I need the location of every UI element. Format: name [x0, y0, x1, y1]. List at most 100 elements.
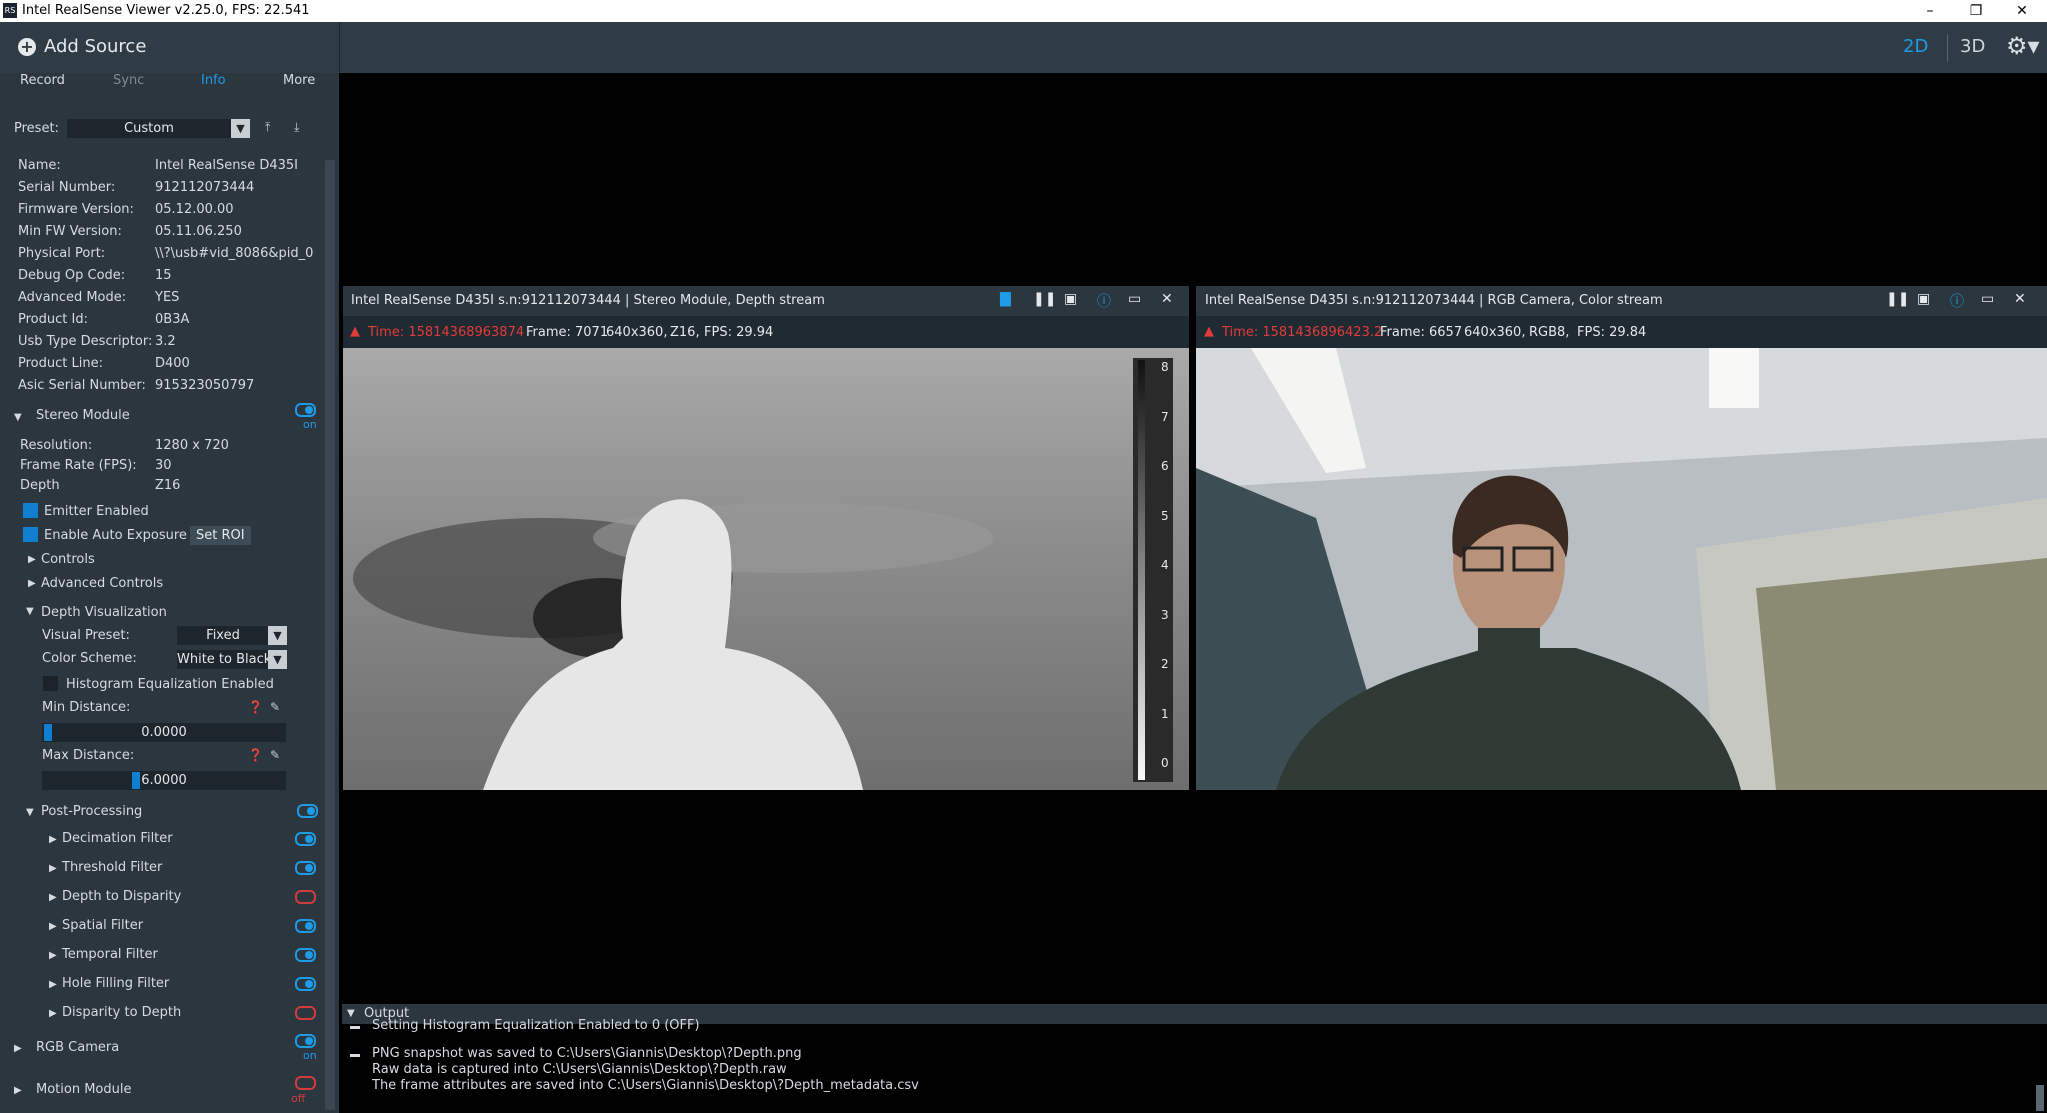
chevron-down-icon[interactable]: ▼: [231, 119, 250, 138]
filter-label[interactable]: Threshold Filter: [62, 860, 162, 875]
filter-label[interactable]: Disparity to Depth: [62, 1005, 181, 1020]
expand-triangle-icon[interactable]: ▶: [49, 834, 57, 845]
info-value[interactable]: D400: [155, 356, 323, 371]
color-image[interactable]: [1196, 348, 2047, 790]
rgb-camera-toggle[interactable]: [295, 1034, 316, 1048]
chevron-down-icon[interactable]: ▼: [268, 626, 287, 645]
info-value[interactable]: YES: [155, 290, 323, 305]
info-value[interactable]: 912112073444: [155, 180, 323, 195]
add-source-icon[interactable]: +: [18, 38, 36, 56]
edit-icon[interactable]: ✎: [270, 700, 280, 714]
close-icon[interactable]: ✕: [2014, 291, 2026, 307]
info-value[interactable]: \\?\usb#vid_8086&pid_0: [155, 246, 323, 261]
advanced-controls-section[interactable]: Advanced Controls: [41, 576, 163, 591]
upload-icon[interactable]: ⤒: [265, 120, 270, 135]
depth-visualization-section[interactable]: Depth Visualization: [41, 605, 167, 620]
emitter-checkbox[interactable]: [23, 503, 38, 518]
output-scrollbar[interactable]: [2036, 1085, 2044, 1111]
info-value[interactable]: 05.12.00.00: [155, 202, 323, 217]
rgb-camera-title[interactable]: RGB Camera: [36, 1040, 119, 1055]
fps-value[interactable]: 30: [155, 458, 172, 473]
filter-toggle[interactable]: [295, 832, 316, 846]
panel-scrollbar[interactable]: [325, 160, 335, 1110]
filter-toggle[interactable]: [295, 1006, 316, 1020]
histogram-icon[interactable]: ▇: [1000, 291, 1011, 307]
filter-toggle[interactable]: [295, 948, 316, 962]
depth-format-value[interactable]: Z16: [155, 478, 180, 493]
view-3d-button[interactable]: 3D: [1960, 36, 1985, 57]
preset-dropdown[interactable]: Custom: [67, 119, 231, 138]
color-scheme-dropdown[interactable]: White to Black: [177, 650, 269, 669]
view-2d-button[interactable]: 2D: [1903, 36, 1928, 57]
info-value[interactable]: 0B3A: [155, 312, 323, 327]
filter-toggle[interactable]: [295, 890, 316, 904]
max-distance-slider[interactable]: 6.0000: [42, 771, 286, 790]
slider-handle[interactable]: [44, 724, 52, 741]
camera-snapshot-icon[interactable]: ▣: [1917, 291, 1930, 307]
tab-sync[interactable]: Sync: [113, 73, 144, 88]
expand-triangle-icon[interactable]: ▶: [28, 578, 36, 589]
collapse-triangle-icon[interactable]: ▼: [14, 412, 22, 423]
expand-triangle-icon[interactable]: ▶: [49, 950, 57, 961]
restore-icon[interactable]: ❐: [1953, 0, 1999, 22]
info-value[interactable]: 915323050797: [155, 378, 323, 393]
edit-icon[interactable]: ✎: [270, 748, 280, 762]
stereo-module-title[interactable]: Stereo Module: [36, 408, 130, 423]
tab-more[interactable]: More: [283, 73, 315, 88]
resolution-value[interactable]: 1280 x 720: [155, 438, 229, 453]
info-value[interactable]: 15: [155, 268, 323, 283]
info-value[interactable]: 05.11.06.250: [155, 224, 323, 239]
info-value[interactable]: 3.2: [155, 334, 323, 349]
stereo-toggle[interactable]: [295, 403, 316, 417]
settings-gear-icon[interactable]: ⚙▾: [2006, 32, 2040, 60]
filter-toggle[interactable]: [295, 861, 316, 875]
chevron-down-icon[interactable]: ▼: [268, 650, 287, 669]
expand-triangle-icon[interactable]: ▶: [49, 1008, 57, 1019]
expand-triangle-icon[interactable]: ▶: [49, 921, 57, 932]
filter-label[interactable]: Depth to Disparity: [62, 889, 181, 904]
set-roi-button[interactable]: Set ROI: [190, 526, 251, 545]
close-icon[interactable]: ✕: [1161, 291, 1173, 307]
filter-toggle[interactable]: [295, 919, 316, 933]
expand-triangle-icon[interactable]: ▶: [49, 979, 57, 990]
filter-label[interactable]: Decimation Filter: [62, 831, 173, 846]
expand-triangle-icon[interactable]: ▶: [14, 1043, 22, 1054]
maximize-icon[interactable]: ▭: [1128, 291, 1141, 307]
download-icon[interactable]: ⤓: [294, 120, 299, 135]
collapse-triangle-icon[interactable]: ▼: [347, 1008, 355, 1019]
info-value[interactable]: Intel RealSense D435I: [155, 158, 323, 173]
expand-triangle-icon[interactable]: ▶: [14, 1085, 22, 1096]
min-distance-slider[interactable]: 0.0000: [42, 723, 286, 742]
collapse-triangle-icon[interactable]: ▼: [26, 606, 34, 617]
filter-label[interactable]: Temporal Filter: [62, 947, 158, 962]
maximize-icon[interactable]: ▭: [1981, 291, 1994, 307]
post-processing-toggle[interactable]: [297, 804, 318, 818]
info-icon[interactable]: ⓘ: [1950, 291, 1964, 311]
motion-module-toggle[interactable]: [295, 1076, 316, 1090]
tab-record[interactable]: Record: [20, 73, 65, 88]
help-icon[interactable]: ❓: [248, 700, 263, 714]
histogram-checkbox[interactable]: [43, 676, 58, 691]
pause-icon[interactable]: ❚❚: [1033, 291, 1056, 307]
expand-triangle-icon[interactable]: ▶: [28, 554, 36, 565]
close-window-icon[interactable]: ✕: [1999, 0, 2045, 22]
expand-triangle-icon[interactable]: ▶: [49, 892, 57, 903]
filter-label[interactable]: Spatial Filter: [62, 918, 143, 933]
auto-exposure-checkbox[interactable]: [23, 527, 38, 542]
filter-label[interactable]: Hole Filling Filter: [62, 976, 169, 991]
controls-section[interactable]: Controls: [41, 552, 95, 567]
filter-toggle[interactable]: [295, 977, 316, 991]
slider-handle[interactable]: [131, 772, 140, 789]
visual-preset-dropdown[interactable]: Fixed: [177, 626, 269, 645]
minimize-icon[interactable]: –: [1907, 0, 1953, 22]
motion-module-title[interactable]: Motion Module: [36, 1082, 131, 1097]
info-icon[interactable]: ⓘ: [1097, 291, 1111, 311]
add-source-button[interactable]: Add Source: [44, 36, 146, 57]
camera-snapshot-icon[interactable]: ▣: [1064, 291, 1077, 307]
post-processing-section[interactable]: Post-Processing: [41, 804, 142, 819]
pause-icon[interactable]: ❚❚: [1886, 291, 1909, 307]
expand-triangle-icon[interactable]: ▶: [49, 863, 57, 874]
tab-info[interactable]: Info: [201, 73, 226, 88]
collapse-triangle-icon[interactable]: ▼: [26, 807, 34, 818]
depth-image[interactable]: 8 7 6 5 4 3 2 1 0: [343, 348, 1189, 790]
